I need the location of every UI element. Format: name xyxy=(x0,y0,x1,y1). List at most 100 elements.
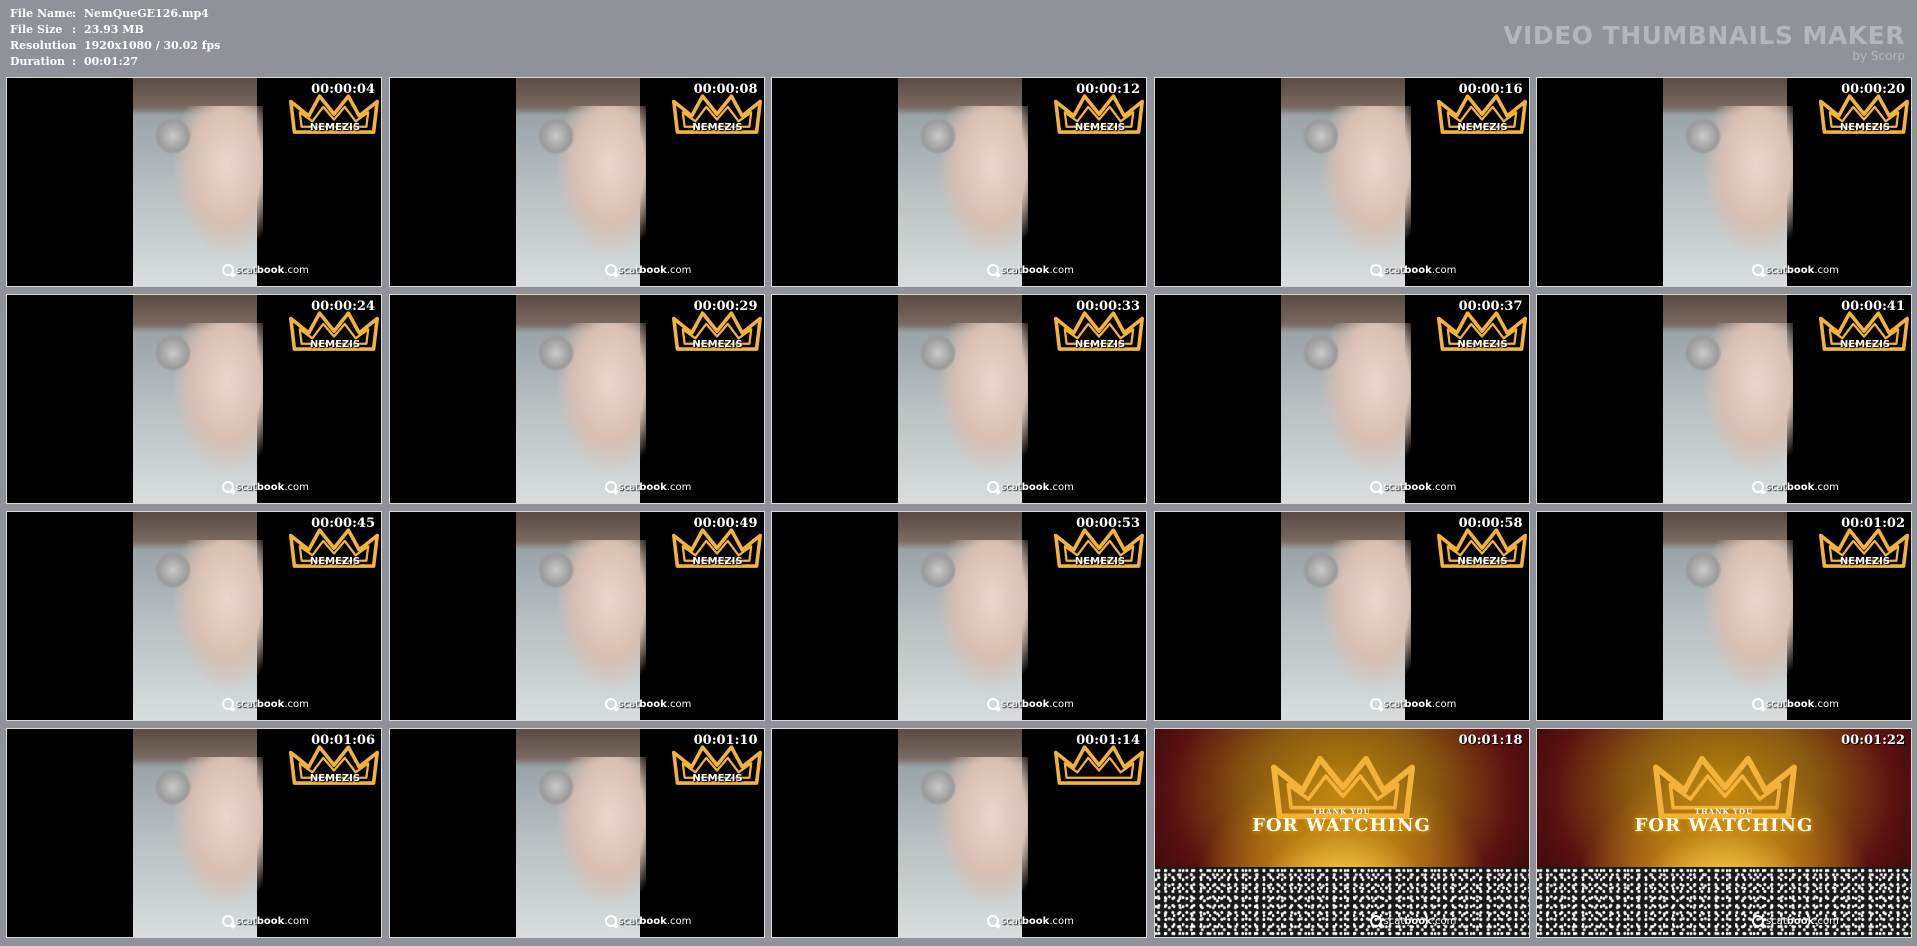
crown-label: NEMEZIS xyxy=(692,773,743,784)
crown-label: NEMEZIS xyxy=(1457,339,1508,350)
info-row-file-size: File Size : 23.93 MB xyxy=(10,22,220,38)
watermark: scatbook.com xyxy=(987,264,1074,276)
watermark-text: scatbook.com xyxy=(1383,481,1457,493)
watermark: scatbook.com xyxy=(604,698,692,710)
for-watching-text: FOR WATCHING xyxy=(1252,815,1431,836)
thumbnail-7[interactable]: NEMEZIS 00:00:29 scatbook.com xyxy=(388,294,765,504)
watermark-text: scatbook.com xyxy=(618,264,692,276)
thumbnail-8[interactable]: NEMEZIS 00:00:33 scatbook.com xyxy=(771,294,1147,504)
thumbnail-9[interactable]: NEMEZIS 00:00:37 scatbook.com xyxy=(1153,294,1530,504)
watermark: scatbook.com xyxy=(1369,698,1457,710)
watermark-logo-icon xyxy=(1752,264,1764,276)
brand-logo: VIDEO THUMBNAILS MAKER by Scorp xyxy=(1503,22,1905,63)
info-separator: : xyxy=(72,7,77,20)
watermark-logo-icon xyxy=(222,481,234,493)
crown-label: NEMEZIS xyxy=(692,122,743,133)
watermark-text: scatbook.com xyxy=(1766,481,1839,493)
timestamp: 00:01:06 xyxy=(311,733,375,748)
video-frame xyxy=(1280,295,1411,503)
thumbnail-6[interactable]: NEMEZIS 00:00:24 scatbook.com xyxy=(6,294,382,504)
watermark-logo-icon xyxy=(604,698,617,710)
watermark: scatbook.com xyxy=(1752,915,1839,927)
watermark-logo-icon xyxy=(222,264,234,276)
info-label: Duration xyxy=(10,55,66,68)
watermark: scatbook.com xyxy=(1752,264,1839,276)
timestamp: 00:00:37 xyxy=(1458,299,1523,314)
timestamp: 00:00:53 xyxy=(1076,516,1140,531)
info-value: NemQueGE126.mp4 xyxy=(84,7,209,20)
thumbnail-16[interactable]: NEMEZIS 00:01:06 scatbook.com xyxy=(6,728,382,938)
crown-label: NEMEZIS xyxy=(1839,122,1891,133)
thumbnail-14[interactable]: NEMEZIS 00:00:58 scatbook.com xyxy=(1153,511,1530,721)
video-frame xyxy=(898,78,1028,286)
watermark-text: scatbook.com xyxy=(1001,481,1074,493)
thumbnail-18[interactable]: 00:01:14 scatbook.com xyxy=(771,728,1147,938)
watermark: scatbook.com xyxy=(222,698,309,710)
thumbnail-2[interactable]: NEMEZIS 00:00:08 scatbook.com xyxy=(388,77,765,287)
thumbnail-1[interactable]: NEMEZIS 00:00:04 scatbook.com xyxy=(6,77,382,287)
watermark-text: scatbook.com xyxy=(1001,264,1074,276)
info-separator: : xyxy=(72,39,77,52)
timestamp: 00:00:49 xyxy=(693,516,758,531)
watermark: scatbook.com xyxy=(222,264,309,276)
thumbnail-19[interactable]: THANK YOU FOR WATCHING 00:01:18 scatbook… xyxy=(1153,728,1530,938)
video-frame xyxy=(133,729,263,937)
info-separator: : xyxy=(72,55,77,68)
file-info-panel: File Name : NemQueGE126.mp4 File Size : … xyxy=(10,6,220,70)
watermark-text: scatbook.com xyxy=(1001,698,1074,710)
timestamp: 00:00:58 xyxy=(1458,516,1523,531)
watermark-text: scatbook.com xyxy=(618,698,692,710)
thumbnail-5[interactable]: NEMEZIS 00:00:20 scatbook.com xyxy=(1536,77,1912,287)
watermark-logo-icon xyxy=(987,698,999,710)
info-value: 1920x1080 / 30.02 fps xyxy=(84,39,221,52)
thumbnail-15[interactable]: NEMEZIS 00:01:02 scatbook.com xyxy=(1536,511,1912,721)
watermark-text: scatbook.com xyxy=(236,915,309,927)
watermark-text: scatbook.com xyxy=(618,915,692,927)
watermark: scatbook.com xyxy=(987,481,1074,493)
crown-label: NEMEZIS xyxy=(1839,339,1891,350)
thumbnail-11[interactable]: NEMEZIS 00:00:45 scatbook.com xyxy=(6,511,382,721)
info-value: 23.93 MB xyxy=(84,23,144,36)
crown-label: NEMEZIS xyxy=(309,122,361,133)
watermark: scatbook.com xyxy=(1369,481,1457,493)
crown-label: NEMEZIS xyxy=(1457,556,1508,567)
video-frame xyxy=(515,295,646,503)
watermark-text: scatbook.com xyxy=(236,481,309,493)
timestamp: 00:00:08 xyxy=(693,82,758,97)
watermark-text: scatbook.com xyxy=(1383,264,1457,276)
info-row-resolution: Resolution : 1920x1080 / 30.02 fps xyxy=(10,38,220,54)
watermark-logo-icon xyxy=(1752,698,1764,710)
watermark-text: scatbook.com xyxy=(1766,264,1839,276)
thumbnail-3[interactable]: NEMEZIS 00:00:12 scatbook.com xyxy=(771,77,1147,287)
watermark-logo-icon xyxy=(1369,915,1382,927)
timestamp: 00:00:12 xyxy=(1076,82,1140,97)
video-frame xyxy=(1280,512,1411,720)
thumbnail-13[interactable]: NEMEZIS 00:00:53 scatbook.com xyxy=(771,511,1147,721)
watermark-text: scatbook.com xyxy=(618,481,692,493)
watermark-text: scatbook.com xyxy=(1766,915,1839,927)
watermark: scatbook.com xyxy=(604,264,692,276)
watermark: scatbook.com xyxy=(1369,264,1457,276)
info-row-duration: Duration : 00:01:27 xyxy=(10,54,220,70)
thumbnail-20[interactable]: THANK YOU FOR WATCHING 00:01:22 scatbook… xyxy=(1536,728,1912,938)
watermark-text: scatbook.com xyxy=(1383,698,1457,710)
thumbnail-17[interactable]: NEMEZIS 00:01:10 scatbook.com xyxy=(388,728,765,938)
crown-label: NEMEZIS xyxy=(692,556,743,567)
video-frame xyxy=(898,512,1028,720)
watermark: scatbook.com xyxy=(987,698,1074,710)
thumbnail-12[interactable]: NEMEZIS 00:00:49 scatbook.com xyxy=(388,511,765,721)
watermark-logo-icon xyxy=(604,915,617,927)
crown-label: NEMEZIS xyxy=(692,339,743,350)
crown-label: NEMEZIS xyxy=(1074,339,1126,350)
watermark-text: scatbook.com xyxy=(1766,698,1839,710)
video-frame xyxy=(133,295,263,503)
watermark-logo-icon xyxy=(987,481,999,493)
thumbnail-4[interactable]: NEMEZIS 00:00:16 scatbook.com xyxy=(1153,77,1530,287)
watermark-logo-icon xyxy=(1752,915,1764,927)
thumbnail-10[interactable]: NEMEZIS 00:00:41 scatbook.com xyxy=(1536,294,1912,504)
timestamp: 00:00:29 xyxy=(693,299,758,314)
watermark-text: scatbook.com xyxy=(1383,915,1457,927)
crown-label: NEMEZIS xyxy=(309,773,361,784)
crown-label: NEMEZIS xyxy=(1839,556,1891,567)
info-value: 00:01:27 xyxy=(84,55,139,68)
